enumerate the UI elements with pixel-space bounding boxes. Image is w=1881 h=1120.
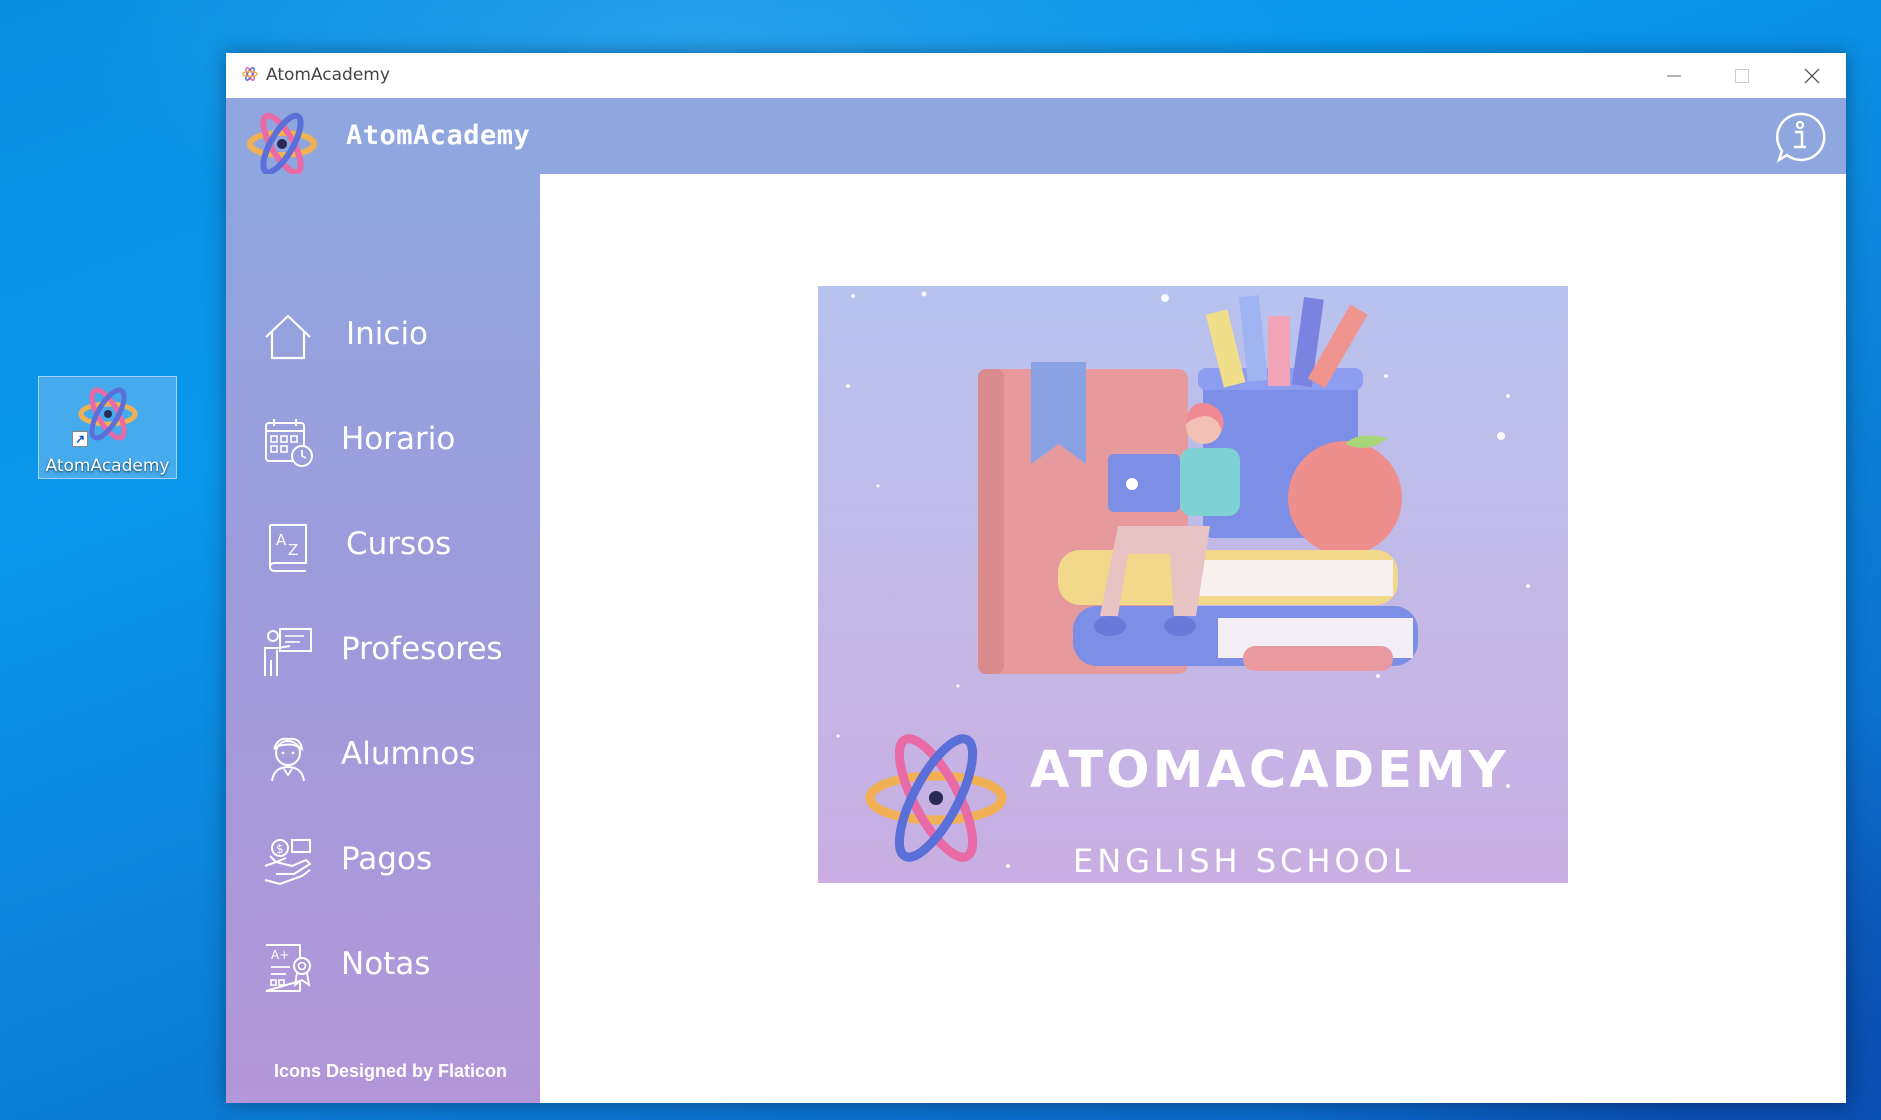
banner-subtitle: ENGLISH SCHOOL	[1073, 842, 1415, 880]
svg-text:$: $	[276, 842, 284, 856]
sidebar-item-horario[interactable]: Horario	[226, 401, 540, 481]
sidebar-item-cursos[interactable]: A Z Cursos	[226, 506, 540, 586]
calendar-clock-icon	[265, 419, 313, 467]
grades-certificate-icon: A+	[265, 944, 311, 992]
app-header: AtomAcademy	[226, 98, 1846, 176]
desktop-icon-label: AtomAcademy	[45, 456, 170, 476]
main-content: ATOMACADEMY ENGLISH SCHOOL	[540, 174, 1846, 1103]
svg-text:Z: Z	[288, 541, 298, 559]
app-mini-icon	[242, 67, 258, 81]
info-icon	[1776, 112, 1826, 163]
close-button[interactable]	[1778, 53, 1846, 98]
welcome-banner: ATOMACADEMY ENGLISH SCHOOL	[818, 286, 1568, 883]
payment-hand-icon: $	[264, 839, 312, 886]
sidebar-item-label: Horario	[341, 421, 456, 457]
window-title: AtomAcademy	[266, 65, 390, 85]
teacher-icon	[264, 628, 312, 676]
sidebar-item-label: Notas	[341, 946, 431, 982]
sidebar-item-profesores[interactable]: Profesores	[226, 611, 540, 691]
svg-text:A+: A+	[271, 948, 289, 962]
minimize-button[interactable]	[1640, 53, 1708, 98]
banner-brand: ATOMACADEMY	[1030, 741, 1509, 800]
info-button[interactable]	[1774, 111, 1826, 163]
dictionary-az-icon: A Z	[269, 524, 307, 572]
sidebar-item-notas[interactable]: A+ Notas	[226, 926, 540, 1006]
sidebar-item-label: Profesores	[341, 631, 503, 667]
atom-logo-icon	[247, 112, 317, 176]
svg-text:A: A	[276, 531, 287, 549]
student-icon	[271, 737, 305, 782]
minimize-icon	[1667, 75, 1681, 77]
sidebar-item-label: Pagos	[341, 841, 433, 877]
home-icon	[265, 314, 311, 360]
app-window: AtomAcademy AtomAcademy Inicio Horario A…	[226, 53, 1846, 1103]
sidebar-item-label: Cursos	[346, 526, 452, 562]
sidebar-item-label: Alumnos	[341, 736, 476, 772]
sidebar: Inicio Horario A Z Cursos Profesores Alu…	[226, 174, 540, 1103]
sidebar-item-alumnos[interactable]: Alumnos	[226, 716, 540, 796]
maximize-icon	[1735, 69, 1749, 83]
close-icon	[1804, 68, 1820, 84]
sidebar-item-pagos[interactable]: $ Pagos	[226, 821, 540, 901]
shortcut-arrow-icon: ↗	[72, 431, 88, 447]
desktop-shortcut-atomacademy[interactable]: ↗ AtomAcademy	[38, 376, 177, 479]
icon-credit: Icons Designed by Flaticon	[274, 1061, 508, 1081]
sidebar-item-label: Inicio	[346, 316, 429, 352]
app-name: AtomAcademy	[346, 120, 531, 151]
maximize-button[interactable]	[1708, 53, 1776, 98]
sidebar-item-inicio[interactable]: Inicio	[226, 296, 540, 376]
title-bar[interactable]: AtomAcademy	[226, 53, 1846, 98]
